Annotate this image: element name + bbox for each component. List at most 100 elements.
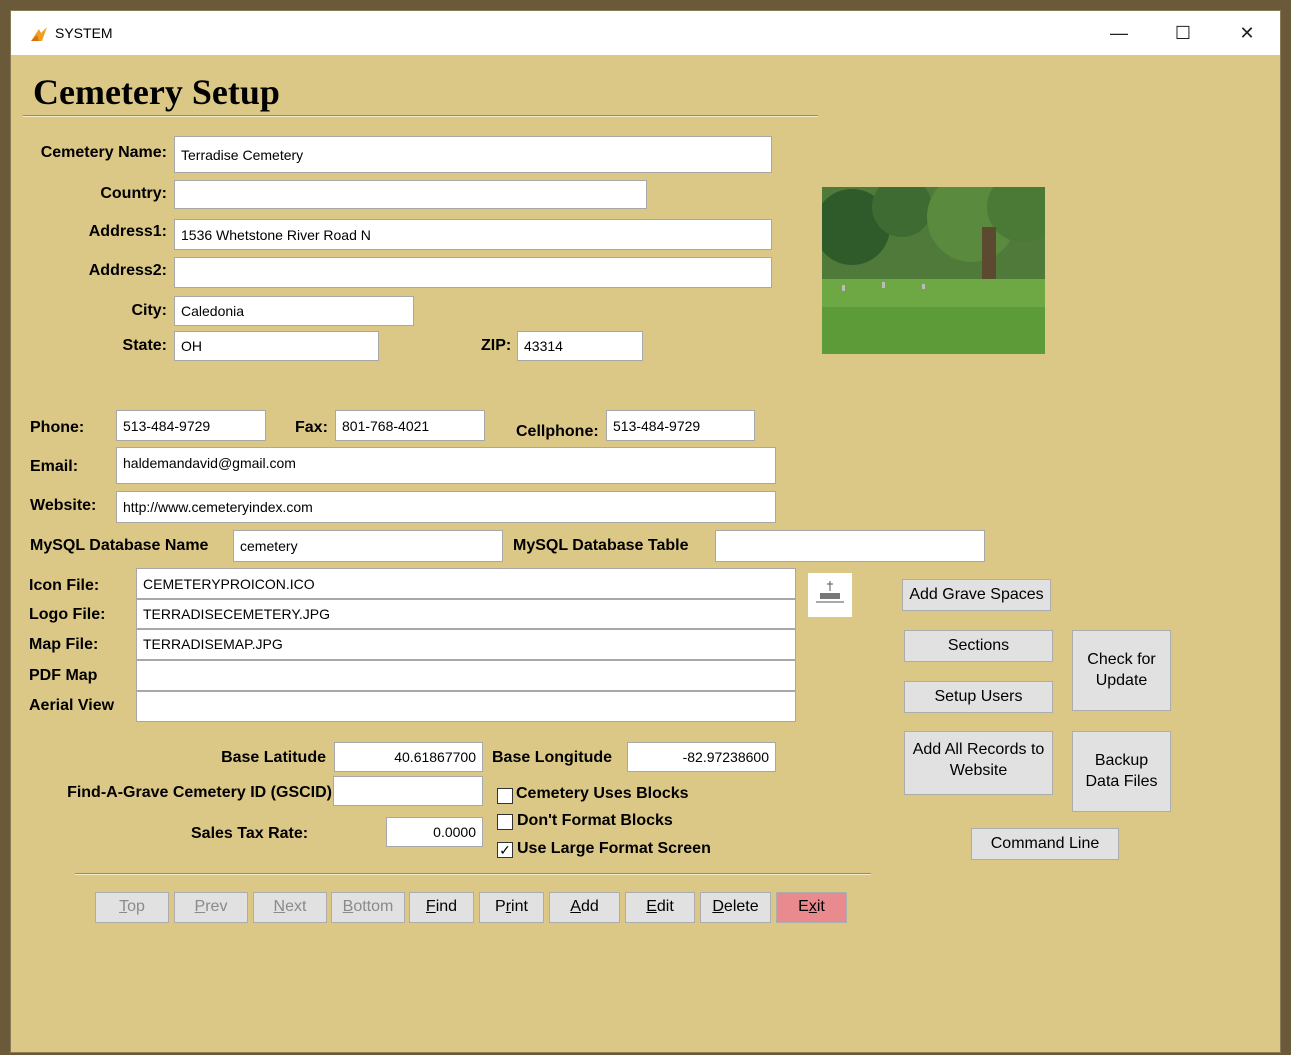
page-title: Cemetery Setup bbox=[33, 72, 280, 112]
nav-divider bbox=[75, 873, 871, 875]
close-button[interactable]: ✕ bbox=[1216, 11, 1278, 55]
fax-field[interactable]: 801-768-4021 bbox=[335, 410, 485, 441]
bottom-accel: B bbox=[342, 898, 354, 916]
exit-label: it bbox=[816, 898, 825, 916]
mysql-db-name-label: MySQL Database Name bbox=[30, 537, 209, 554]
command-line-button[interactable]: Command Line bbox=[971, 828, 1119, 860]
prev-label: rev bbox=[205, 898, 228, 916]
edit-button[interactable]: Edit bbox=[625, 892, 695, 923]
delete-button[interactable]: Delete bbox=[700, 892, 771, 923]
setup-users-label: Setup Users bbox=[934, 687, 1023, 705]
backup-button[interactable]: Backup Data Files bbox=[1072, 731, 1171, 812]
phone-field[interactable]: 513-484-9729 bbox=[116, 410, 266, 441]
gscid-label: Find-A-Grave Cemetery ID (GSCID) bbox=[67, 784, 332, 801]
email-field[interactable]: haldemandavid@gmail.com bbox=[116, 447, 776, 484]
website-field[interactable]: http://www.cemeteryindex.com bbox=[116, 491, 776, 523]
dont-format-label: Don't Format Blocks bbox=[517, 812, 673, 829]
cemetery-name-label: Cemetery Name: bbox=[40, 144, 167, 161]
add-all-records-button[interactable]: Add All Records to Website bbox=[904, 731, 1053, 795]
email-label: Email: bbox=[30, 458, 79, 475]
add-label: dd bbox=[580, 898, 599, 916]
find-accel: F bbox=[425, 898, 436, 916]
uses-blocks-checkbox[interactable] bbox=[497, 788, 513, 804]
cemetery-photo bbox=[822, 187, 1045, 354]
country-field[interactable] bbox=[174, 180, 647, 209]
title-divider bbox=[23, 115, 818, 117]
edit-label: dit bbox=[656, 898, 674, 916]
exit-label-pre: E bbox=[798, 898, 809, 916]
next-accel: N bbox=[273, 898, 286, 916]
cellphone-label: Cellphone: bbox=[516, 423, 599, 440]
city-field[interactable]: Caledonia bbox=[174, 296, 414, 326]
sections-button[interactable]: Sections bbox=[904, 630, 1053, 662]
base-longitude-field[interactable]: -82.97238600 bbox=[627, 742, 776, 772]
icon-thumbnail bbox=[808, 573, 852, 617]
pdf-map-field[interactable] bbox=[136, 660, 796, 691]
window-title: SYSTEM bbox=[55, 25, 113, 41]
delete-label: elete bbox=[723, 898, 759, 916]
setup-users-button[interactable]: Setup Users bbox=[904, 681, 1053, 713]
icon-file-field[interactable]: CEMETERYPROICON.ICO bbox=[136, 568, 796, 599]
find-button[interactable]: Find bbox=[409, 892, 474, 923]
phone-label: Phone: bbox=[30, 419, 85, 436]
bottom-button[interactable]: Bottom bbox=[331, 892, 405, 923]
prev-accel: P bbox=[194, 898, 206, 916]
exit-accel: x bbox=[808, 898, 817, 916]
address1-label: Address1: bbox=[88, 223, 167, 240]
minimize-button[interactable]: — bbox=[1088, 11, 1150, 55]
find-label: ind bbox=[435, 898, 458, 916]
add-button[interactable]: Add bbox=[549, 892, 620, 923]
zip-field[interactable]: 43314 bbox=[517, 331, 643, 361]
add-grave-spaces-button[interactable]: Add Grave Spaces bbox=[902, 579, 1051, 611]
delete-accel: D bbox=[712, 898, 724, 916]
check-update-button[interactable]: Check for Update bbox=[1072, 630, 1171, 711]
city-label: City: bbox=[131, 302, 167, 319]
top-label: op bbox=[127, 898, 145, 916]
cellphone-field[interactable]: 513-484-9729 bbox=[606, 410, 755, 441]
check-update-label-1: Check for bbox=[1087, 650, 1156, 668]
app-window: SYSTEM — ☐ ✕ Cemetery Setup Cemetery Nam… bbox=[10, 10, 1281, 1053]
mysql-db-name-field[interactable]: cemetery bbox=[233, 530, 503, 562]
add-all-records-label-1: Add All Records to bbox=[912, 741, 1045, 758]
title-bar: SYSTEM — ☐ ✕ bbox=[11, 11, 1280, 55]
state-field[interactable]: OH bbox=[174, 331, 379, 361]
cemetery-name-field[interactable]: Terradise Cemetery bbox=[174, 136, 772, 173]
print-label-pre: P bbox=[495, 898, 506, 916]
mysql-db-table-field[interactable] bbox=[715, 530, 985, 562]
maximize-button[interactable]: ☐ bbox=[1152, 11, 1214, 55]
address1-field[interactable]: 1536 Whetstone River Road N bbox=[174, 219, 772, 250]
fax-label: Fax: bbox=[295, 419, 328, 436]
exit-button[interactable]: Exit bbox=[776, 892, 847, 923]
top-button[interactable]: Top bbox=[95, 892, 169, 923]
backup-label-2: Data Files bbox=[1085, 772, 1158, 790]
map-file-field[interactable]: TERRADISEMAP.JPG bbox=[136, 629, 796, 660]
logo-file-field[interactable]: TERRADISECEMETERY.JPG bbox=[136, 599, 796, 629]
large-format-checkbox[interactable]: ✓ bbox=[497, 842, 513, 858]
dont-format-checkbox[interactable] bbox=[497, 814, 513, 830]
print-label: int bbox=[511, 898, 528, 916]
logo-file-label: Logo File: bbox=[29, 606, 106, 623]
bottom-label: ottom bbox=[353, 898, 394, 916]
print-button[interactable]: Print bbox=[479, 892, 544, 923]
edit-accel: E bbox=[646, 898, 657, 916]
backup-label-1: Backup bbox=[1094, 751, 1149, 769]
sections-label: Sections bbox=[947, 636, 1010, 654]
zip-label: ZIP: bbox=[481, 337, 512, 354]
large-format-label: Use Large Format Screen bbox=[517, 840, 711, 857]
aerial-view-field[interactable] bbox=[136, 691, 796, 722]
mysql-db-table-label: MySQL Database Table bbox=[513, 537, 689, 554]
base-latitude-field[interactable]: 40.61867700 bbox=[334, 742, 483, 772]
state-label: State: bbox=[122, 337, 167, 354]
add-all-records-label-2: Website bbox=[949, 761, 1008, 779]
prev-button[interactable]: Prev bbox=[174, 892, 248, 923]
address2-field[interactable] bbox=[174, 257, 772, 288]
sales-tax-label: Sales Tax Rate: bbox=[191, 825, 309, 842]
base-longitude-label: Base Longitude bbox=[492, 749, 613, 766]
gscid-field[interactable] bbox=[333, 776, 483, 806]
map-file-label: Map File: bbox=[29, 636, 99, 653]
add-accel: A bbox=[570, 898, 581, 916]
app-icon bbox=[31, 27, 47, 41]
next-button[interactable]: Next bbox=[253, 892, 327, 923]
sales-tax-field[interactable]: 0.0000 bbox=[386, 817, 483, 847]
next-label: ext bbox=[285, 898, 307, 916]
